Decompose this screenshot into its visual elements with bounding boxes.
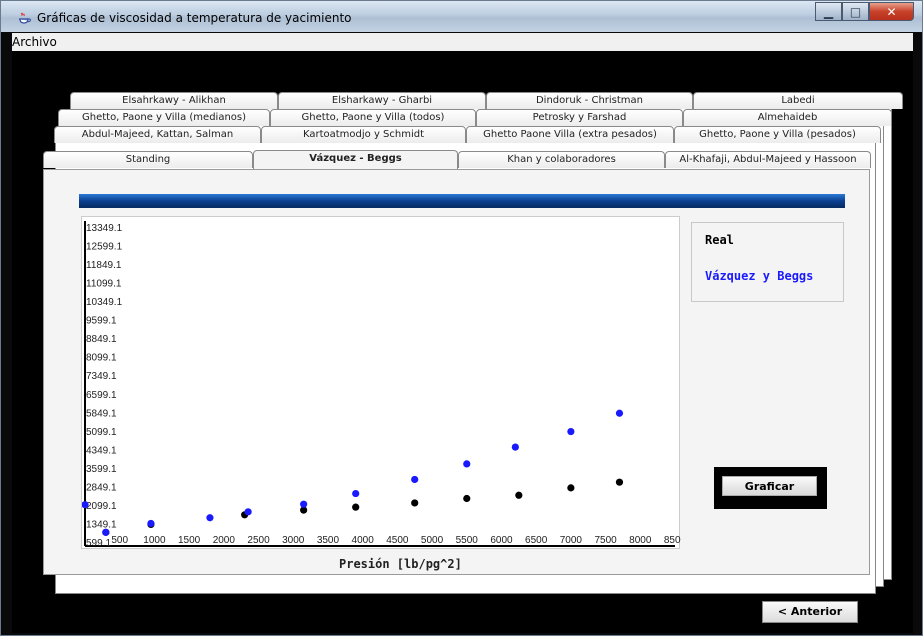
x-tick-label: 7500 bbox=[594, 535, 617, 546]
vazquez-beggs-data-point bbox=[300, 500, 308, 508]
menu-archivo[interactable]: Archivo bbox=[12, 35, 57, 49]
close-button[interactable]: ✕ bbox=[869, 2, 914, 21]
y-tick-label: 10349.1 bbox=[86, 297, 123, 308]
legend-panel: Real Vázquez y Beggs bbox=[691, 222, 844, 302]
window-title: Gráficas de viscosidad a temperatura de … bbox=[37, 11, 352, 25]
y-tick-label: 599.1 bbox=[86, 538, 111, 549]
legend-real: Real bbox=[705, 233, 734, 247]
chart-svg: 599.1 1349.1 2099.1 2849.1 3599.1 4349.1 5099.… bbox=[82, 221, 681, 549]
x-tick-label: 6000 bbox=[490, 535, 513, 546]
x-tick-label: 8500 bbox=[664, 535, 681, 546]
title-bar[interactable]: Gráficas de viscosidad a temperatura de … bbox=[1, 1, 922, 32]
y-tick-label: 12599.1 bbox=[86, 242, 123, 253]
tab-abdul-majeed[interactable]: Abdul-Majeed, Kattan, Salman bbox=[54, 126, 261, 143]
tab-almehaideb[interactable]: Almehaideb bbox=[683, 109, 892, 126]
real-data-point bbox=[515, 491, 523, 499]
java-app-icon bbox=[19, 12, 31, 24]
main-window: Gráficas de viscosidad a temperatura de … bbox=[0, 0, 923, 636]
vazquez-beggs-data-point bbox=[206, 514, 214, 522]
y-tick-label: 11849.1 bbox=[86, 260, 122, 271]
x-tick-label: 5500 bbox=[456, 535, 479, 546]
x-tick-label: 5000 bbox=[421, 535, 444, 546]
tab-petrosky-farshad[interactable]: Petrosky y Farshad bbox=[476, 109, 683, 126]
x-tick-label: 6500 bbox=[525, 535, 548, 546]
vazquez-beggs-data-point bbox=[511, 443, 519, 451]
vazquez-beggs-data-point bbox=[567, 427, 575, 436]
real-data-point bbox=[352, 503, 360, 511]
anterior-button[interactable]: < Anterior bbox=[762, 601, 858, 623]
x-tick-label: 3500 bbox=[317, 535, 340, 546]
real-data-point bbox=[411, 499, 419, 507]
tab-standing[interactable]: Standing bbox=[43, 151, 253, 168]
graficar-button-frame: Graficar bbox=[714, 467, 827, 509]
x-tick-label: 7000 bbox=[560, 535, 583, 546]
vazquez-beggs-data-point bbox=[102, 528, 110, 536]
x-tick-label: 3000 bbox=[282, 535, 305, 546]
x-tick-label: 2500 bbox=[247, 535, 270, 546]
y-tick-label: 5849.1 bbox=[86, 408, 117, 419]
tab-dindoruk-christman[interactable]: Dindoruk - Christman bbox=[486, 92, 693, 109]
vazquez-beggs-data-point bbox=[244, 508, 252, 516]
real-data-point bbox=[567, 484, 575, 492]
vazquez-beggs-data-point bbox=[411, 475, 419, 484]
tab-elsharkawy-gharbi[interactable]: Elsharkawy - Gharbi bbox=[278, 92, 486, 109]
tab-kartoatmodjo-schmidt[interactable]: Kartoatmodjo y Schmidt bbox=[261, 126, 466, 143]
tab-al-khafaji[interactable]: Al-Khafaji, Abdul-Majeed y Hassoon bbox=[665, 151, 871, 168]
tab-elsahrkawy-alikhan[interactable]: Elsahrkawy - Alikhan bbox=[70, 92, 278, 109]
x-tick-label: 1500 bbox=[178, 535, 201, 546]
y-tick-label: 6599.1 bbox=[86, 390, 117, 401]
vazquez-beggs-data-point bbox=[352, 489, 360, 498]
real-data-point bbox=[615, 478, 624, 486]
x-axis-label: Presión [lb/pg^2] bbox=[339, 557, 462, 571]
graficar-button[interactable]: Graficar bbox=[722, 476, 817, 496]
vazquez-beggs-data-point bbox=[615, 409, 624, 417]
maximize-button[interactable]: □ bbox=[842, 2, 869, 21]
y-tick-label: 1349.1 bbox=[86, 519, 117, 530]
tab-ghetto-pesados[interactable]: Ghetto, Paone y Villa (pesados) bbox=[674, 126, 881, 143]
y-tick-label: 13349.1 bbox=[86, 223, 123, 234]
y-tick-label: 11099.1 bbox=[86, 279, 122, 290]
x-tick-label: 2000 bbox=[213, 535, 236, 546]
x-tick-label: 4500 bbox=[386, 535, 409, 546]
real-data-point bbox=[463, 494, 471, 503]
tab-ghetto-todos[interactable]: Ghetto, Paone y Villa (todos) bbox=[270, 109, 476, 126]
header-bar bbox=[79, 194, 845, 208]
y-tick-label: 2099.1 bbox=[86, 501, 117, 512]
viscosity-chart: 599.1 1349.1 2099.1 2849.1 3599.1 4349.1 5099.… bbox=[81, 216, 681, 549]
minimize-button[interactable]: ▁ bbox=[815, 2, 842, 21]
y-tick-label: 2849.1 bbox=[86, 482, 117, 493]
tab-ghetto-medianos[interactable]: Ghetto, Paone y Villa (medianos) bbox=[58, 109, 270, 126]
x-tick-label: 500 bbox=[111, 535, 128, 546]
x-tick-label: 1000 bbox=[143, 535, 166, 546]
tab-labedi[interactable]: Labedi bbox=[693, 92, 903, 109]
y-tick-label: 8849.1 bbox=[86, 334, 117, 345]
y-tick-label: 5099.1 bbox=[86, 427, 117, 438]
window-controls: ▁ □ ✕ bbox=[815, 2, 914, 21]
y-tick-label: 7349.1 bbox=[86, 371, 117, 382]
vazquez-beggs-data-point bbox=[463, 460, 471, 468]
menu-bar: Archivo bbox=[12, 33, 913, 51]
x-tick-label: 4000 bbox=[352, 535, 375, 546]
y-tick-label: 8099.1 bbox=[86, 353, 117, 364]
tab-ghetto-extra-pesados[interactable]: Ghetto Paone Villa (extra pesados) bbox=[466, 126, 674, 143]
tab-vazquez-beggs[interactable]: Vázquez - Beggs bbox=[253, 150, 458, 169]
y-tick-label: 3599.1 bbox=[86, 464, 117, 475]
vazquez-beggs-data-point bbox=[147, 519, 155, 528]
tab-khan-colaboradores[interactable]: Khan y colaboradores bbox=[458, 151, 665, 168]
legend-vazquez-beggs: Vázquez y Beggs bbox=[705, 269, 814, 283]
x-tick-label: 8000 bbox=[629, 535, 652, 546]
y-tick-label: 4349.1 bbox=[86, 445, 117, 456]
y-tick-label: 9599.1 bbox=[86, 316, 117, 327]
